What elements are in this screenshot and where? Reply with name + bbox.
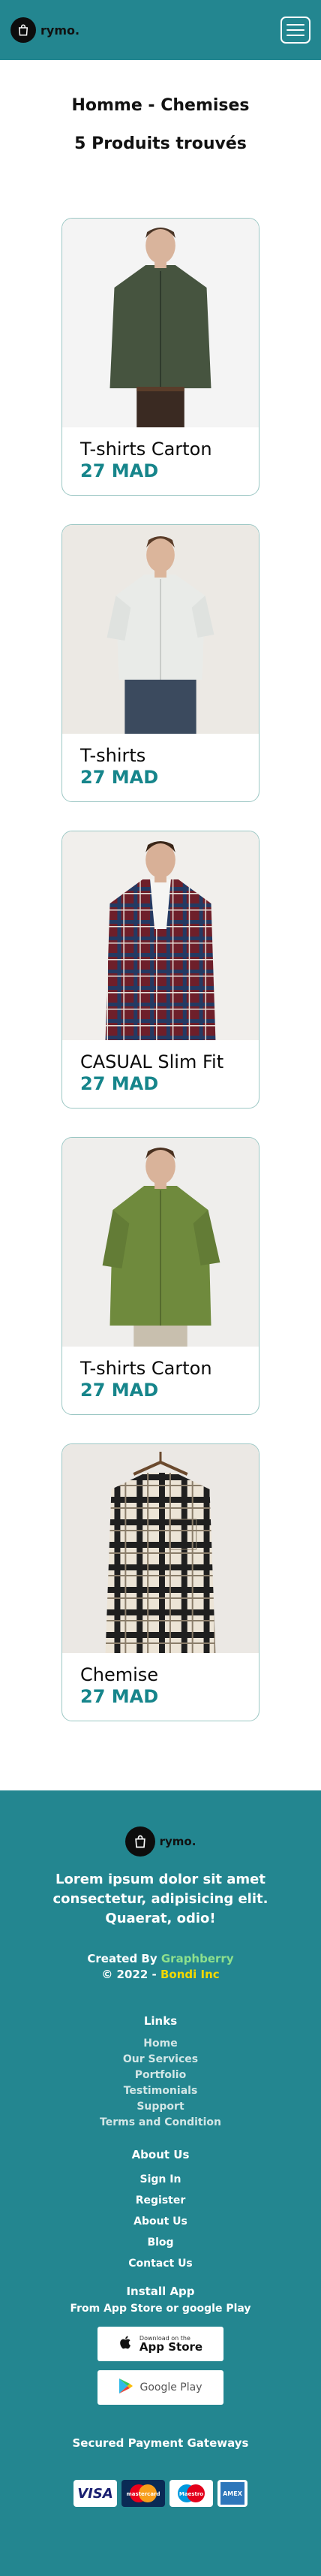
app-store-label: App Store <box>139 2339 203 2354</box>
product-card[interactable]: T-shirts 27 MAD <box>62 524 260 802</box>
product-card[interactable]: T-shirts Carton 27 MAD <box>62 218 260 496</box>
product-card[interactable]: T-shirts Carton 27 MAD <box>62 1137 260 1415</box>
shopping-bag-icon <box>124 1826 155 1857</box>
about-link-sign-in[interactable]: Sign In <box>0 2172 321 2187</box>
about-link-contact[interactable]: Contact Us <box>0 2256 321 2271</box>
payment-logos: VISA mastercard Maestro AMEX <box>0 2480 321 2508</box>
about-link-register[interactable]: Register <box>0 2193 321 2208</box>
product-image <box>62 219 259 427</box>
graphberry-link[interactable]: Graphberry <box>161 1952 234 1965</box>
links-heading: Links <box>143 2014 178 2029</box>
footer-link-terms[interactable]: Terms and Condition <box>0 2116 321 2130</box>
product-price: 27 MAD <box>80 1379 159 1401</box>
product-name: T-shirts Carton <box>80 439 212 460</box>
google-play-icon <box>118 2378 134 2397</box>
product-price: 27 MAD <box>80 460 159 481</box>
app-store-text: Download on the App Store <box>139 2335 203 2354</box>
shopping-bag-icon <box>10 17 36 43</box>
footer-link-support[interactable]: Support <box>0 2100 321 2114</box>
product-price: 27 MAD <box>80 1685 159 1707</box>
product-card[interactable]: Chemise 27 MAD <box>62 1443 260 1721</box>
created-by-label: Created By <box>87 1952 158 1966</box>
apple-icon <box>118 2334 134 2354</box>
footer-brand-logo[interactable]: rymo. <box>0 1826 321 1857</box>
hamburger-icon-line <box>286 29 304 31</box>
hamburger-icon-line <box>286 35 304 36</box>
site-footer: rymo. Lorem ipsum dolor sit amet consect… <box>0 1790 321 2576</box>
amex-icon: AMEX <box>218 2480 248 2508</box>
product-image <box>62 525 259 734</box>
bondi-inc-link[interactable]: Bondi Inc <box>160 1968 220 1981</box>
payments-heading: Secured Payment Gateways <box>72 2436 249 2451</box>
google-play-label: Google Play <box>140 2381 202 2394</box>
footer-links: Home Our Services Portfolio Testimonials… <box>0 2037 321 2130</box>
mastercard-icon: mastercard <box>122 2480 165 2508</box>
about-link-blog[interactable]: Blog <box>0 2235 321 2250</box>
product-price: 27 MAD <box>80 766 159 788</box>
footer-link-home[interactable]: Home <box>0 2037 321 2051</box>
about-link-about-us[interactable]: About Us <box>0 2214 321 2229</box>
product-image <box>62 1444 259 1653</box>
product-price: 27 MAD <box>80 1072 159 1094</box>
footer-brand-name: rymo. <box>159 1835 196 1848</box>
product-name: T-shirts <box>80 745 146 766</box>
footer-link-services[interactable]: Our Services <box>0 2053 321 2067</box>
page-title: Homme - Chemises <box>71 96 250 115</box>
brand-logo[interactable]: rymo. <box>10 17 80 43</box>
menu-toggle-button[interactable] <box>280 17 310 44</box>
top-navbar: rymo. <box>0 0 321 60</box>
svg-text:Maestro: Maestro <box>179 2491 203 2497</box>
product-image <box>62 831 259 1040</box>
footer-link-testimonials[interactable]: Testimonials <box>0 2084 321 2098</box>
google-play-button[interactable]: Google Play <box>98 2370 224 2406</box>
product-list: T-shirts Carton 27 MAD T-shirts 27 MAD C… <box>0 218 321 1721</box>
install-app-subtitle: From App Store or google Play <box>70 2303 251 2315</box>
install-app-heading: Install App <box>126 2285 195 2299</box>
product-name: Chemise <box>80 1664 159 1685</box>
copyright-label: © 2022 - <box>101 1968 157 1982</box>
footer-credits: Created By Graphberry © 2022 - Bondi Inc <box>0 1951 321 1983</box>
footer-link-portfolio[interactable]: Portfolio <box>0 2068 321 2083</box>
app-store-button[interactable]: Download on the App Store <box>98 2327 224 2362</box>
hamburger-icon-line <box>286 24 304 26</box>
visa-icon: VISA <box>74 2480 117 2508</box>
maestro-icon: Maestro <box>170 2480 213 2508</box>
product-name: CASUAL Slim Fit <box>80 1051 224 1072</box>
product-image <box>62 1138 259 1347</box>
brand-name: rymo. <box>40 23 80 38</box>
footer-tagline: Lorem ipsum dolor sit amet consectetur, … <box>52 1872 268 1927</box>
about-links: Sign In Register About Us Blog Contact U… <box>0 2172 321 2271</box>
product-name: T-shirts Carton <box>80 1358 212 1379</box>
results-count: 5 Produits trouvés <box>74 134 247 153</box>
svg-text:mastercard: mastercard <box>126 2491 160 2497</box>
about-heading: About Us <box>131 2148 190 2162</box>
product-card[interactable]: CASUAL Slim Fit 27 MAD <box>62 831 260 1109</box>
